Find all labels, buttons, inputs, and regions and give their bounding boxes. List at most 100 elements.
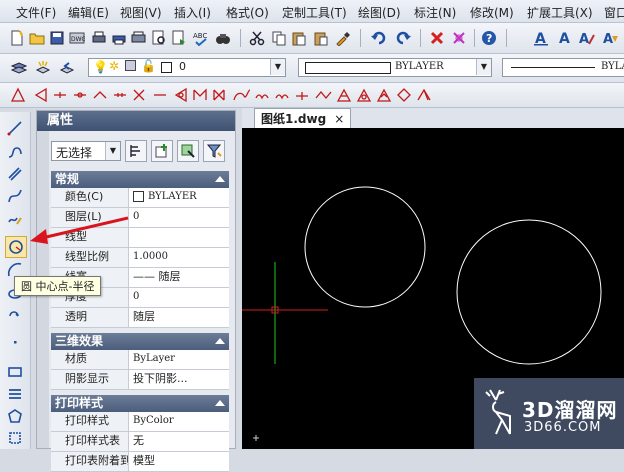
svg-text:?: ? xyxy=(486,32,492,45)
draw-shapes-icons[interactable] xyxy=(8,86,528,104)
plot-icon[interactable] xyxy=(110,29,128,47)
svg-text:A: A xyxy=(579,32,589,46)
tab-label: 图纸1.dwg xyxy=(261,111,327,126)
menu-view[interactable]: 视图(V) xyxy=(120,4,162,21)
layer-dropdown[interactable]: 💡 ✲ 🔓 0 ▼ xyxy=(88,58,286,77)
linetype-dropdown[interactable]: BYLA xyxy=(502,58,624,77)
toggle-pickadd-icon[interactable] xyxy=(125,140,147,162)
property-row-shadow[interactable]: 阴影显示 投下阴影... xyxy=(51,370,229,390)
property-row-color[interactable]: 颜色(C) BYLAYER xyxy=(51,188,229,208)
category-3d-effects[interactable]: 三维效果 xyxy=(51,333,229,350)
revcloud-icon[interactable] xyxy=(5,304,25,324)
undo-icon[interactable] xyxy=(370,29,388,47)
erase-icon[interactable] xyxy=(428,29,446,47)
publish-icon[interactable] xyxy=(170,29,188,47)
new-file-icon[interactable] xyxy=(8,29,26,47)
draw-toolbar xyxy=(0,83,624,108)
cut-icon[interactable] xyxy=(248,29,266,47)
layer-previous-icon[interactable] xyxy=(58,59,76,77)
plot-layer-icon xyxy=(125,60,136,71)
color-name: BYLAYER xyxy=(395,61,444,72)
multiline-icon[interactable] xyxy=(5,164,25,184)
menu-insert[interactable]: 插入(I) xyxy=(174,4,211,21)
selection-dropdown[interactable]: 无选择 ▼ xyxy=(51,141,121,161)
sketch-icon[interactable] xyxy=(5,208,25,228)
region-icon[interactable] xyxy=(5,428,25,448)
menu-format[interactable]: 格式(O) xyxy=(226,4,269,21)
menu-ext-tools[interactable]: 扩展工具(X) xyxy=(527,4,593,21)
svg-text:A: A xyxy=(535,31,546,46)
chevron-down-icon[interactable]: ▼ xyxy=(476,59,491,75)
preview-icon[interactable] xyxy=(150,29,168,47)
watermark: 3D溜溜网 3D66.COM xyxy=(474,378,624,449)
circle-right[interactable] xyxy=(456,219,602,365)
document-tab-strip: 图纸1.dwg × xyxy=(242,108,624,128)
tooltip-circle: 圆 中心点-半径 xyxy=(14,276,102,296)
single-text-icon[interactable]: A xyxy=(556,29,574,47)
sun-icon: ✲ xyxy=(109,59,120,73)
menu-file[interactable]: 文件(F) xyxy=(16,4,56,21)
paste-icon[interactable] xyxy=(290,29,308,47)
menu-dimension[interactable]: 标注(N) xyxy=(414,4,456,21)
help-icon[interactable]: ? xyxy=(480,29,498,47)
standard-toolbar: DWG ABC ? A A A A xyxy=(0,23,624,54)
menu-custom-tools[interactable]: 定制工具(T) xyxy=(282,4,347,21)
filter-icon[interactable] xyxy=(203,140,225,162)
property-row-transparency[interactable]: 透明 随层 xyxy=(51,308,229,328)
selection-value: 无选择 xyxy=(56,146,93,160)
print-icon[interactable] xyxy=(90,29,108,47)
select-objects-icon[interactable] xyxy=(151,140,173,162)
hatch-icon[interactable] xyxy=(5,384,25,404)
find-icon[interactable] xyxy=(214,29,232,47)
redo-icon[interactable] xyxy=(394,29,412,47)
circle-left[interactable] xyxy=(304,186,426,308)
polygon-icon[interactable] xyxy=(5,406,25,426)
paste-special-icon[interactable] xyxy=(312,29,330,47)
watermark-title: 3D溜溜网 xyxy=(522,398,618,422)
color-dropdown[interactable]: BYLAYER ▼ xyxy=(298,58,492,77)
menu-bar: 文件(F) 编辑(E) 视图(V) 插入(I) 格式(O) 定制工具(T) 绘图… xyxy=(0,0,624,23)
menu-draw[interactable]: 绘图(D) xyxy=(358,4,401,21)
chevron-down-icon[interactable]: ▼ xyxy=(270,59,285,75)
watermark-subtitle: 3D66.COM xyxy=(524,420,602,435)
color-swatch xyxy=(305,62,391,74)
properties-title[interactable]: 属性 xyxy=(37,111,235,131)
tab-drawing1[interactable]: 图纸1.dwg × xyxy=(254,108,352,128)
save-icon[interactable] xyxy=(48,29,66,47)
lock-icon: 🔓 xyxy=(141,59,156,73)
match-properties-icon[interactable] xyxy=(334,29,352,47)
layer-manager-icon[interactable] xyxy=(10,59,28,77)
color-swatch xyxy=(133,191,144,202)
find-text-icon[interactable]: A xyxy=(602,29,620,47)
edit-text-icon[interactable]: A xyxy=(578,29,596,47)
text-style-icon[interactable]: A xyxy=(532,29,550,47)
svg-text:DWG: DWG xyxy=(71,36,85,43)
circle-center-radius-icon[interactable] xyxy=(5,236,27,258)
batch-plot-icon[interactable] xyxy=(130,29,148,47)
close-icon[interactable]: × xyxy=(334,110,344,128)
chevron-down-icon[interactable]: ▼ xyxy=(105,142,120,160)
property-row-plot-attached[interactable]: 打印表附着到 模型 xyxy=(51,452,229,472)
polyline-icon[interactable] xyxy=(5,142,25,162)
property-row-material[interactable]: 材质 ByLayer xyxy=(51,350,229,370)
menu-window[interactable]: 窗口 xyxy=(604,4,624,21)
rectangle-icon[interactable] xyxy=(5,362,25,382)
spline-icon[interactable] xyxy=(5,186,25,206)
menu-edit[interactable]: 编辑(E) xyxy=(68,4,109,21)
property-row-ltscale[interactable]: 线型比例 1.0000 xyxy=(51,248,229,268)
quick-select-icon[interactable] xyxy=(177,140,199,162)
spellcheck-icon[interactable]: ABC xyxy=(192,29,210,47)
point-icon[interactable] xyxy=(5,332,25,352)
property-row-plotstyle-table[interactable]: 打印样式表无 xyxy=(51,432,229,452)
layer-name: 0 xyxy=(179,60,186,73)
category-plot-style[interactable]: 打印样式 xyxy=(51,395,229,412)
open-folder-icon[interactable] xyxy=(28,29,46,47)
purge-icon[interactable] xyxy=(450,29,468,47)
category-general[interactable]: 常规 xyxy=(51,171,229,188)
save-as-icon[interactable]: DWG xyxy=(68,29,86,47)
property-row-plotstyle[interactable]: 打印样式 ByColor xyxy=(51,412,229,432)
copy-icon[interactable] xyxy=(270,29,288,47)
line-icon[interactable] xyxy=(5,118,25,138)
menu-modify[interactable]: 修改(M) xyxy=(470,4,514,21)
layer-states-icon[interactable] xyxy=(34,59,52,77)
